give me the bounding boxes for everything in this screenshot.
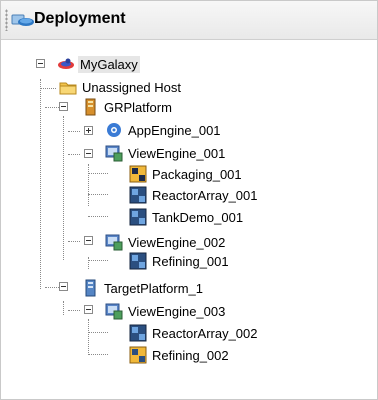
grip-handle[interactable] <box>5 9 8 31</box>
panel-header: Deployment <box>1 1 377 40</box>
tree-node-packaging-001[interactable]: Packaging_001 <box>129 164 244 184</box>
platform-icon <box>85 98 96 116</box>
tree-node-viewengine-002[interactable]: ViewEngine_002 <box>105 232 227 252</box>
tree-node-label: MyGalaxy <box>78 55 140 73</box>
tree-node-label: GRPlatform <box>104 99 172 115</box>
tree-node-label: AppEngine_001 <box>128 122 221 138</box>
deployment-icon <box>11 14 34 26</box>
tree-node-viewengine-003[interactable]: ViewEngine_003 <box>105 301 227 321</box>
folder-icon <box>59 82 77 95</box>
instance-icon <box>129 324 147 342</box>
tree-node-refining-001[interactable]: Refining_001 <box>129 251 231 271</box>
expander-targetplatform[interactable] <box>59 282 68 291</box>
tree-node-appengine-001[interactable]: AppEngine_001 <box>105 120 223 140</box>
tree-node-grplatform[interactable]: GRPlatform <box>81 97 174 117</box>
viewengine-icon <box>105 234 123 251</box>
tree-node-targetplatform-1[interactable]: TargetPlatform_1 <box>81 278 205 298</box>
expander-viewengine-003[interactable] <box>84 305 93 314</box>
tree-node-viewengine-001[interactable]: ViewEngine_001 <box>105 143 227 163</box>
instance-icon <box>129 346 147 364</box>
tree-node-label: ReactorArray_002 <box>152 325 258 341</box>
viewengine-icon <box>105 145 123 162</box>
tree-node-label: ViewEngine_001 <box>128 145 226 161</box>
expander-viewengine-002[interactable] <box>84 236 93 245</box>
platform-icon <box>85 279 96 297</box>
tree-node-reactorarray-001[interactable]: ReactorArray_001 <box>129 185 260 205</box>
expander-appengine[interactable] <box>84 126 93 135</box>
tree-node-label: Refining_001 <box>152 253 229 269</box>
tree-node-label: ViewEngine_003 <box>128 303 226 319</box>
tree-node-label: Refining_002 <box>152 347 229 363</box>
expander-grplatform[interactable] <box>59 102 68 111</box>
galaxy-icon <box>58 58 74 69</box>
instance-icon <box>129 208 147 226</box>
tree-node-tankdemo-001[interactable]: TankDemo_001 <box>129 207 245 227</box>
tree-node-label: ViewEngine_002 <box>128 234 226 250</box>
panel-title: Deployment <box>34 10 126 27</box>
tree-node-label: Unassigned Host <box>82 79 181 95</box>
tree-node-mygalaxy[interactable]: MyGalaxy <box>57 54 140 74</box>
instance-icon <box>129 252 147 270</box>
tree-node-refining-002[interactable]: Refining_002 <box>129 345 231 365</box>
tree-node-reactorarray-002[interactable]: ReactorArray_002 <box>129 323 260 343</box>
expander-mygalaxy[interactable] <box>36 59 45 68</box>
deployment-panel: Deployment MyGalaxy Unassigned Host GRPl… <box>0 0 378 400</box>
instance-icon <box>129 186 147 204</box>
instance-icon <box>129 165 147 183</box>
tree-node-label: TankDemo_001 <box>152 209 244 225</box>
tree-node-label: Packaging_001 <box>152 166 242 182</box>
tree-node-label: ReactorArray_001 <box>152 187 258 203</box>
deployment-tree[interactable]: MyGalaxy Unassigned Host GRPlatform AppE… <box>1 39 377 399</box>
tree-node-unassigned-host[interactable]: Unassigned Host <box>59 77 183 97</box>
appengine-icon <box>107 123 121 137</box>
expander-viewengine-001[interactable] <box>84 149 93 158</box>
viewengine-icon <box>105 303 123 320</box>
tree-node-label: TargetPlatform_1 <box>104 280 203 296</box>
